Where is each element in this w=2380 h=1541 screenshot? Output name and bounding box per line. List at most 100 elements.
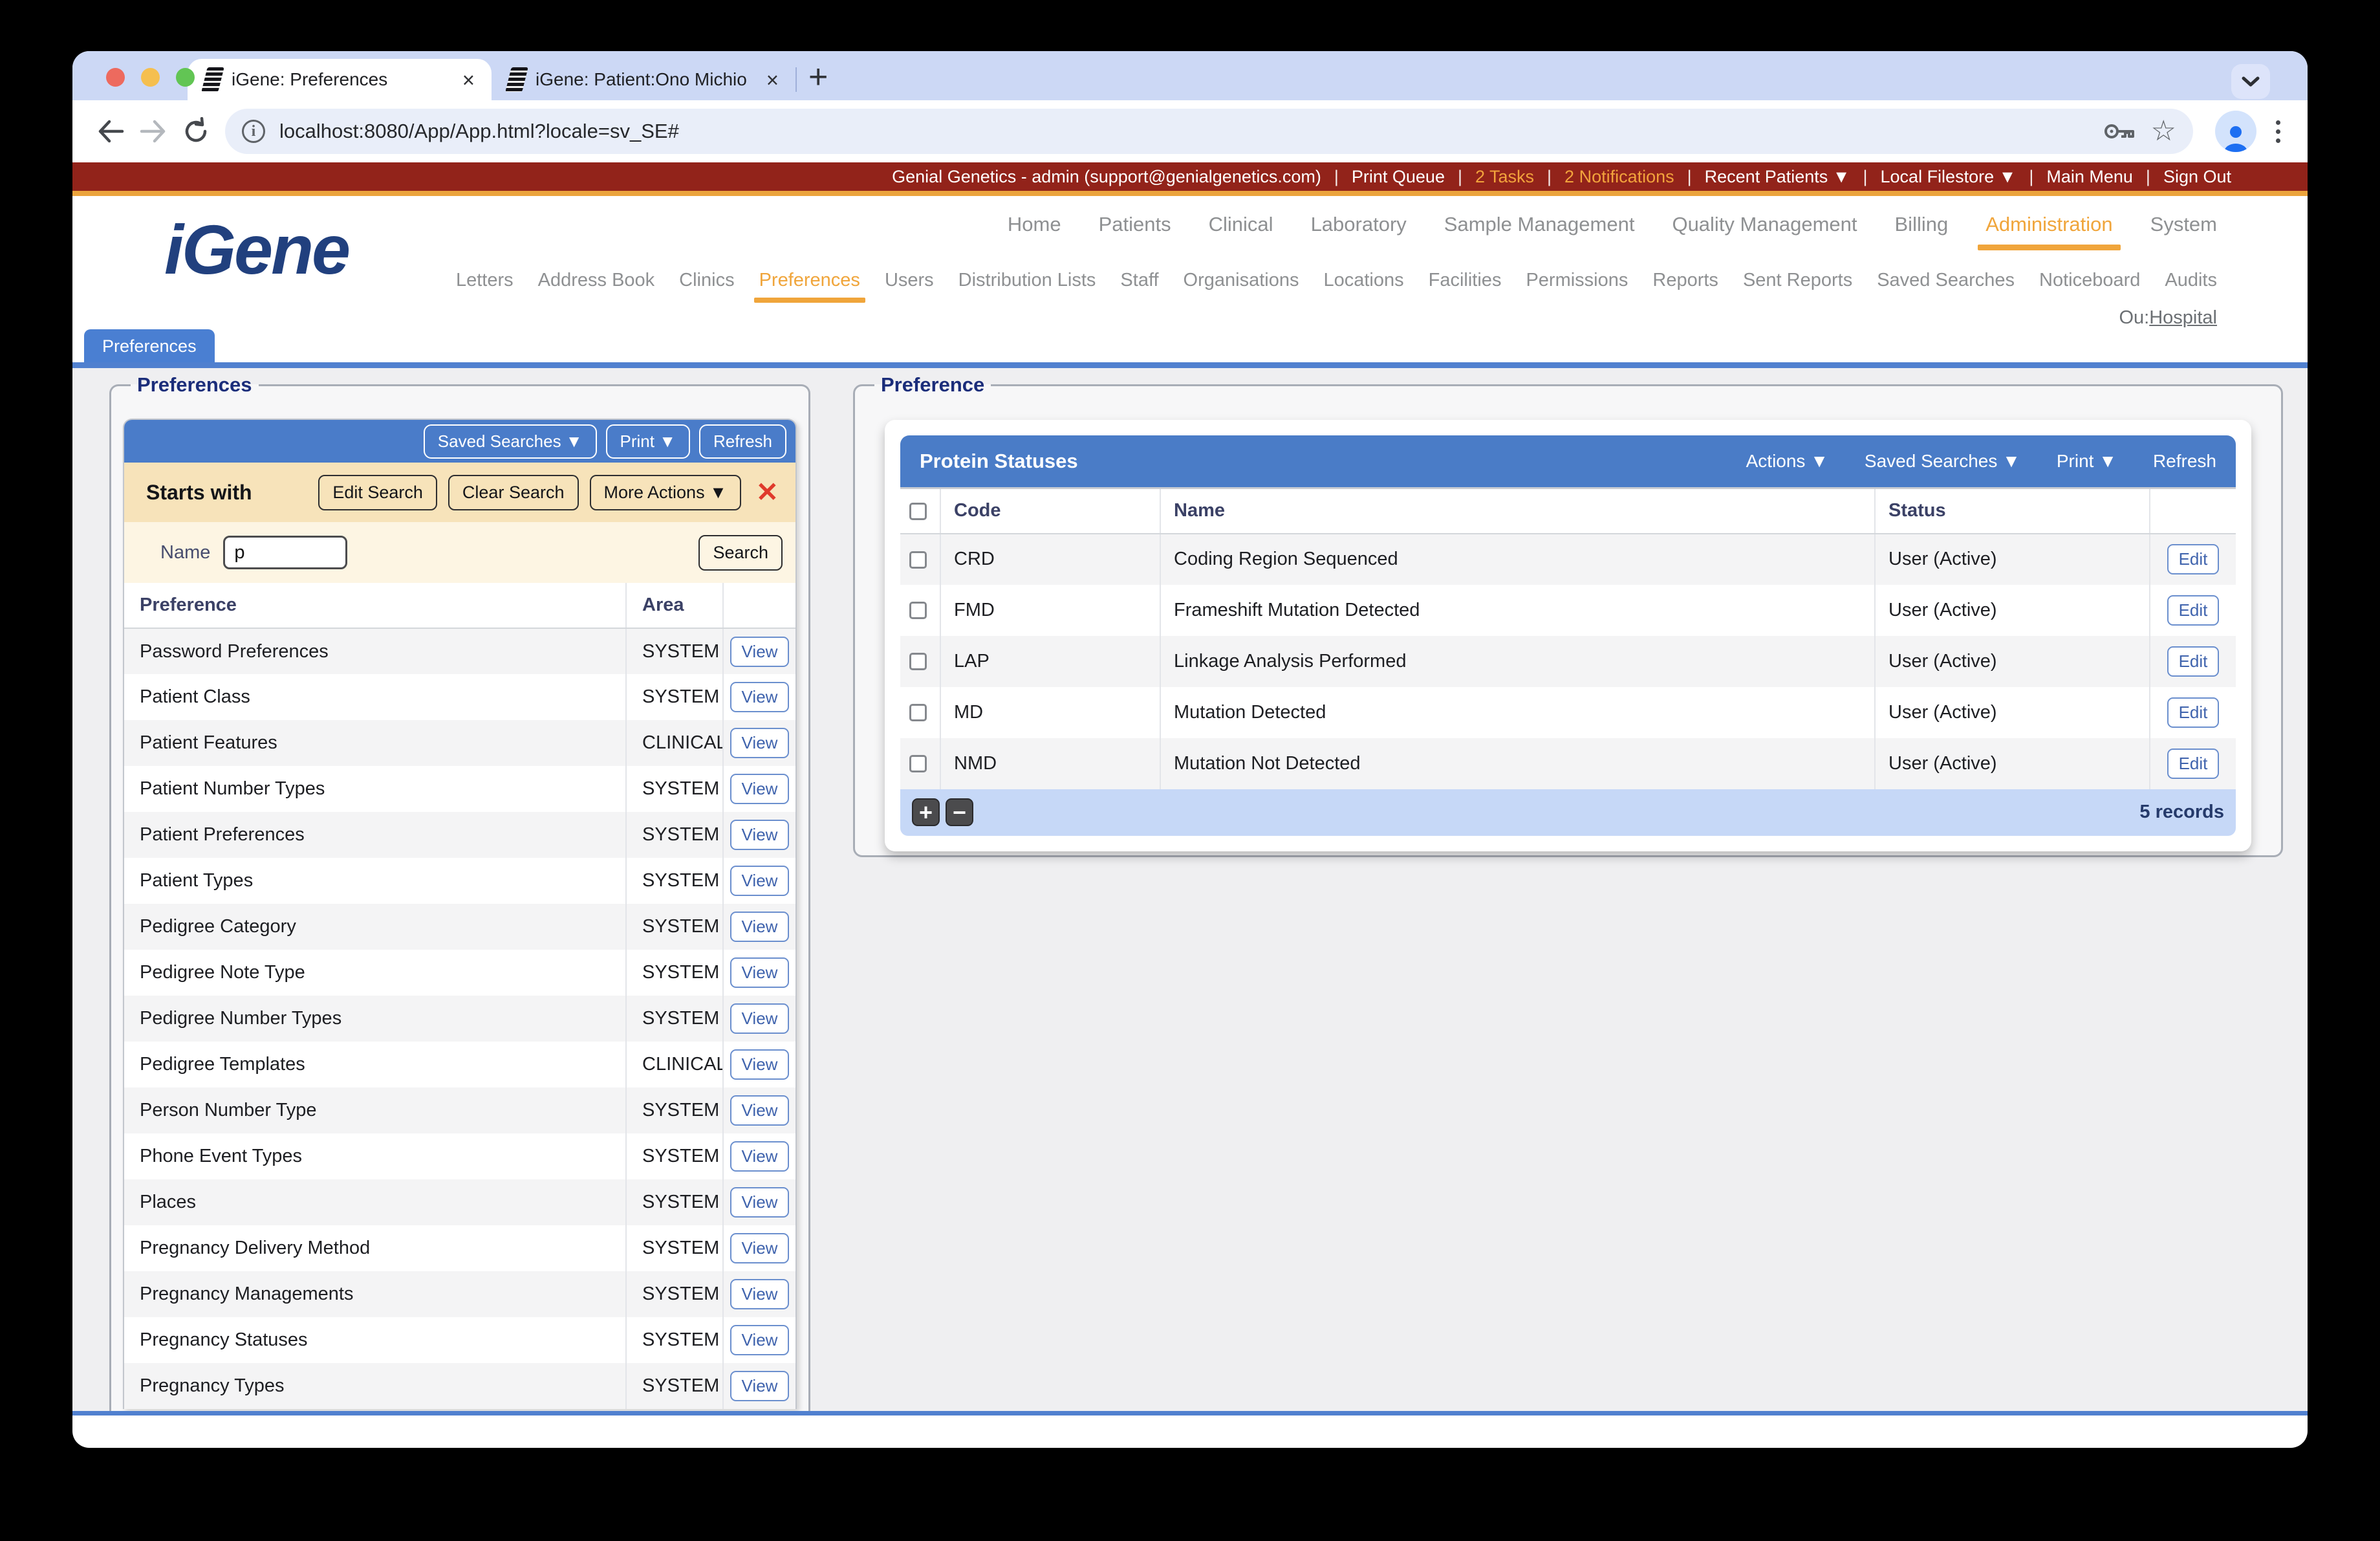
main-nav-item[interactable]: Laboratory bbox=[1311, 213, 1407, 246]
password-key-icon[interactable] bbox=[2103, 120, 2137, 142]
main-nav-item[interactable]: Billing bbox=[1895, 213, 1949, 246]
account-bar-item[interactable]: Local Filestore ▼ bbox=[1850, 167, 2017, 187]
add-record-button[interactable]: + bbox=[912, 798, 940, 826]
row-checkbox[interactable] bbox=[909, 755, 927, 773]
view-button[interactable]: View bbox=[730, 1049, 790, 1080]
account-bar-item[interactable]: Print Queue bbox=[1321, 167, 1445, 187]
view-button[interactable]: View bbox=[730, 1279, 790, 1309]
new-tab-button[interactable]: + bbox=[797, 60, 839, 94]
toolbar-button[interactable]: Refresh bbox=[698, 424, 786, 459]
account-bar-item[interactable]: Recent Patients ▼ bbox=[1674, 167, 1850, 187]
account-bar-item[interactable]: Sign Out bbox=[2133, 167, 2231, 187]
account-bar-item[interactable]: 2 Tasks bbox=[1445, 167, 1534, 187]
view-button[interactable]: View bbox=[730, 1233, 790, 1263]
search-button[interactable]: Search bbox=[698, 534, 783, 571]
view-button[interactable]: View bbox=[730, 1141, 790, 1172]
tab-igene-preferences[interactable]: iGene: Preferences × bbox=[188, 59, 492, 100]
main-nav-item[interactable]: Patients bbox=[1099, 213, 1171, 246]
preferences-card-toolbar: Saved Searches ▼ Print ▼ Refresh bbox=[124, 420, 795, 463]
view-button[interactable]: View bbox=[730, 866, 790, 896]
sub-nav-item[interactable]: Users bbox=[885, 270, 934, 300]
select-all-checkbox[interactable] bbox=[909, 503, 927, 521]
header-action-link[interactable]: Actions ▼ bbox=[1746, 451, 1828, 472]
main-nav-item[interactable]: Clinical bbox=[1209, 213, 1273, 246]
view-button[interactable]: View bbox=[730, 682, 790, 712]
header-action-link[interactable]: Print ▼ bbox=[2057, 451, 2117, 472]
sub-nav-item[interactable]: Reports bbox=[1652, 270, 1718, 300]
header-action-link[interactable]: Refresh bbox=[2153, 451, 2216, 472]
tab-close-icon[interactable]: × bbox=[766, 69, 779, 91]
reload-button[interactable] bbox=[175, 110, 217, 153]
view-button[interactable]: View bbox=[730, 912, 790, 942]
close-search-x-icon[interactable]: ✕ bbox=[756, 479, 779, 506]
toolbar-button[interactable]: Saved Searches ▼ bbox=[423, 424, 597, 459]
sub-nav-item[interactable]: Saved Searches bbox=[1877, 270, 2015, 300]
zoom-window-button[interactable] bbox=[176, 68, 195, 87]
sub-nav-item[interactable]: Permissions bbox=[1526, 270, 1628, 300]
profile-avatar[interactable] bbox=[2215, 111, 2256, 152]
sub-nav-item[interactable]: Audits bbox=[2165, 270, 2217, 300]
view-button[interactable]: View bbox=[730, 1003, 790, 1034]
sub-nav-item[interactable]: Sent Reports bbox=[1743, 270, 1852, 300]
sub-nav-item[interactable]: Clinics bbox=[679, 270, 734, 300]
minimize-window-button[interactable] bbox=[141, 68, 160, 87]
view-button[interactable]: View bbox=[730, 820, 790, 850]
main-nav-item[interactable]: Administration bbox=[1978, 213, 2121, 250]
sub-nav-item[interactable]: Facilities bbox=[1429, 270, 1502, 300]
site-info-icon[interactable]: i bbox=[242, 120, 265, 143]
sub-nav-item[interactable]: Address Book bbox=[538, 270, 655, 300]
filter-button[interactable]: Edit Search bbox=[318, 474, 437, 510]
sub-nav-item[interactable]: Letters bbox=[456, 270, 514, 300]
edit-button[interactable]: Edit bbox=[2167, 646, 2220, 677]
tab-igene-patient[interactable]: iGene: Patient:Ono Michio × bbox=[492, 59, 795, 100]
header-action-link[interactable]: Saved Searches ▼ bbox=[1865, 451, 2020, 472]
edit-button[interactable]: Edit bbox=[2167, 544, 2220, 574]
account-bar-item[interactable]: 2 Notifications bbox=[1534, 167, 1674, 187]
main-nav-item[interactable]: System bbox=[2150, 213, 2217, 246]
sub-nav-item[interactable]: Noticeboard bbox=[2039, 270, 2140, 300]
row-checkbox[interactable] bbox=[909, 602, 927, 620]
view-button[interactable]: View bbox=[730, 1325, 790, 1355]
sub-nav-item[interactable]: Locations bbox=[1323, 270, 1403, 300]
forward-button[interactable] bbox=[132, 110, 175, 153]
edit-button[interactable]: Edit bbox=[2167, 595, 2220, 626]
url-text[interactable]: localhost:8080/App/App.html?locale=sv_SE… bbox=[279, 120, 2089, 143]
filter-button[interactable]: More Actions ▼ bbox=[589, 474, 741, 510]
toolbar-button[interactable]: Print ▼ bbox=[605, 424, 690, 459]
main-nav-item[interactable]: Home bbox=[1008, 213, 1061, 246]
row-checkbox[interactable] bbox=[909, 653, 927, 671]
view-button[interactable]: View bbox=[730, 728, 790, 758]
tab-close-icon[interactable]: × bbox=[462, 69, 475, 91]
name-input[interactable] bbox=[223, 536, 348, 569]
view-button[interactable]: View bbox=[730, 1371, 790, 1401]
view-button[interactable]: View bbox=[730, 636, 790, 667]
account-bar-item[interactable]: Main Menu bbox=[2016, 167, 2133, 187]
view-button[interactable]: View bbox=[730, 774, 790, 804]
view-button[interactable]: View bbox=[730, 1095, 790, 1126]
edit-button[interactable]: Edit bbox=[2167, 748, 2220, 779]
edit-button[interactable]: Edit bbox=[2167, 697, 2220, 728]
tab-search-chevron-button[interactable] bbox=[2231, 64, 2270, 99]
ou-hospital-link[interactable]: Hospital bbox=[2149, 307, 2217, 328]
main-nav-item[interactable]: Quality Management bbox=[1672, 213, 1857, 246]
sub-nav-item[interactable]: Distribution Lists bbox=[958, 270, 1096, 300]
row-checkbox[interactable] bbox=[909, 704, 927, 722]
remove-record-button[interactable]: − bbox=[946, 798, 973, 826]
sub-nav-item[interactable]: Organisations bbox=[1184, 270, 1299, 300]
address-bar[interactable]: i localhost:8080/App/App.html?locale=sv_… bbox=[225, 109, 2193, 154]
sub-nav-item[interactable]: Preferences bbox=[753, 270, 866, 303]
filter-button[interactable]: Clear Search bbox=[448, 474, 579, 510]
back-button[interactable] bbox=[89, 110, 132, 153]
status-name: Linkage Analysis Performed bbox=[1160, 635, 1875, 687]
bookmark-star-icon[interactable]: ☆ bbox=[2151, 117, 2176, 146]
row-checkbox[interactable] bbox=[909, 551, 927, 569]
main-nav-item[interactable]: Sample Management bbox=[1444, 213, 1635, 246]
close-window-button[interactable] bbox=[106, 68, 125, 87]
browser-menu-button[interactable] bbox=[2266, 120, 2291, 143]
account-bar-item[interactable]: Genial Genetics - admin (support@genialg… bbox=[892, 167, 1321, 187]
view-button[interactable]: View bbox=[730, 1187, 790, 1218]
view-button[interactable]: View bbox=[730, 957, 790, 988]
sub-nav-item[interactable]: Staff bbox=[1120, 270, 1158, 300]
preference-name: Patient Class bbox=[140, 686, 250, 707]
content-tab-preferences[interactable]: Preferences bbox=[84, 329, 215, 362]
